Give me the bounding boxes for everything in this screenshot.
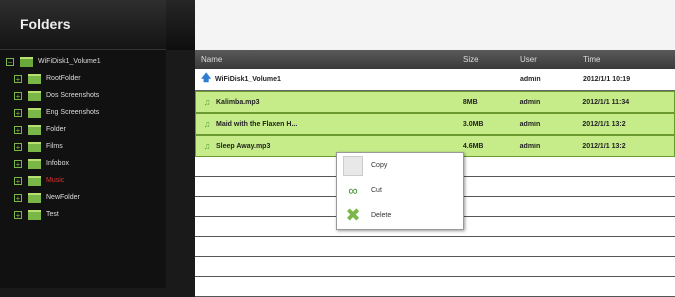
folder-icon	[28, 73, 41, 84]
file-name: Kalimba.mp3	[216, 98, 260, 106]
tree-item-label: Eng Screenshots	[46, 109, 100, 116]
delete-icon: ✖	[345, 205, 361, 225]
file-time: 2012/1/1 13:2	[582, 120, 626, 128]
expand-icon[interactable]: +	[14, 108, 22, 117]
audio-file-icon: ♫	[203, 97, 211, 107]
copy-icon	[343, 155, 363, 176]
tree-item-folder[interactable]: + Folder	[14, 121, 101, 138]
column-header-time[interactable]: Time	[577, 55, 675, 64]
empty-row	[195, 277, 675, 297]
expand-icon[interactable]: +	[14, 74, 22, 83]
file-user: admin	[519, 120, 541, 128]
file-time: 2012/1/1 13:2	[582, 142, 626, 150]
file-name: WiFiDisk1_Volume1	[215, 76, 281, 83]
file-user: admin	[519, 142, 541, 150]
table-header: Name Size User Time	[195, 50, 675, 69]
audio-file-icon: ♫	[203, 119, 211, 129]
tree-item-label: Films	[46, 143, 63, 150]
file-time: 2012/1/1 10:19	[583, 76, 631, 83]
tree-item-label: Infobox	[46, 160, 69, 167]
panel-divider[interactable]	[166, 50, 195, 288]
folder-icon	[28, 158, 41, 169]
file-size: 4.6MB	[462, 142, 484, 150]
tree-item-label: RootFolder	[46, 75, 81, 82]
table-row[interactable]: ♫ Kalimba.mp3 8MB admin 2012/1/1 11:34	[195, 91, 675, 113]
column-header-name[interactable]: Name	[195, 55, 457, 64]
folder-tree: − WiFiDisk1_Volume1 + RootFolder + Dos S…	[6, 53, 101, 223]
context-menu-copy[interactable]: Copy	[337, 153, 463, 178]
expand-icon[interactable]: +	[14, 142, 22, 151]
context-menu-label: Copy	[371, 162, 388, 169]
folder-icon	[28, 175, 41, 186]
table-row[interactable]: 🡅 WiFiDisk1_Volume1 admin 2012/1/1 10:19	[195, 69, 675, 91]
tree-item-label: WiFiDisk1_Volume1	[38, 58, 101, 65]
file-time: 2012/1/1 11:34	[582, 98, 630, 106]
expand-icon[interactable]: +	[14, 91, 22, 100]
tree-item-films[interactable]: + Films	[14, 138, 101, 155]
empty-row	[195, 237, 675, 257]
tree-item-label: Music	[46, 177, 65, 184]
tree-item-newfolder[interactable]: + NewFolder	[14, 189, 101, 206]
up-arrow-icon: 🡅	[201, 73, 212, 84]
expand-icon[interactable]: +	[14, 210, 22, 219]
column-header-size[interactable]: Size	[457, 55, 514, 64]
empty-row	[195, 257, 675, 277]
tree-item-root[interactable]: − WiFiDisk1_Volume1	[6, 53, 101, 70]
file-name: Sleep Away.mp3	[216, 142, 271, 150]
context-menu-delete[interactable]: ✖ Delete	[337, 203, 463, 228]
folder-icon	[20, 56, 33, 67]
context-menu: Copy ∞ Cut ✖ Delete	[336, 152, 464, 230]
table-row[interactable]: ♫ Maid with the Flaxen H... 3.0MB admin 2…	[195, 113, 675, 135]
file-user: admin	[519, 98, 541, 106]
tree-item-dos-screenshots[interactable]: + Dos Screenshots	[14, 87, 101, 104]
folder-icon	[28, 141, 41, 152]
scissors-icon: ∞	[348, 183, 358, 198]
audio-file-icon: ♫	[203, 141, 211, 151]
folder-icon	[28, 209, 41, 220]
file-user: admin	[520, 76, 541, 83]
folder-icon	[28, 107, 41, 118]
folder-icon	[28, 90, 41, 101]
folder-icon	[28, 192, 41, 203]
folders-title: Folders	[0, 0, 166, 50]
folders-panel: Folders − WiFiDisk1_Volume1 + RootFolder…	[0, 0, 167, 288]
tree-item-label: Folder	[46, 126, 66, 133]
folder-icon	[28, 124, 41, 135]
expand-icon[interactable]: +	[14, 125, 22, 134]
context-menu-label: Cut	[371, 187, 382, 194]
expand-icon[interactable]: +	[14, 193, 22, 202]
tree-item-eng-screenshots[interactable]: + Eng Screenshots	[14, 104, 101, 121]
tree-item-music[interactable]: + Music	[14, 172, 101, 189]
tree-item-test[interactable]: + Test	[14, 206, 101, 223]
context-menu-cut[interactable]: ∞ Cut	[337, 178, 463, 203]
tree-item-label: Test	[46, 211, 59, 218]
collapse-icon[interactable]: −	[6, 57, 14, 66]
expand-icon[interactable]: +	[14, 176, 22, 185]
column-header-user[interactable]: User	[514, 55, 577, 64]
expand-icon[interactable]: +	[14, 159, 22, 168]
tree-item-rootfolder[interactable]: + RootFolder	[14, 70, 101, 87]
file-size: 8MB	[462, 98, 478, 106]
context-menu-label: Delete	[371, 212, 392, 219]
tree-item-infobox[interactable]: + Infobox	[14, 155, 101, 172]
file-name: Maid with the Flaxen H...	[216, 120, 298, 128]
tree-item-label: NewFolder	[46, 194, 80, 201]
tree-item-label: Dos Screenshots	[46, 92, 100, 99]
file-size: 3.0MB	[462, 120, 484, 128]
